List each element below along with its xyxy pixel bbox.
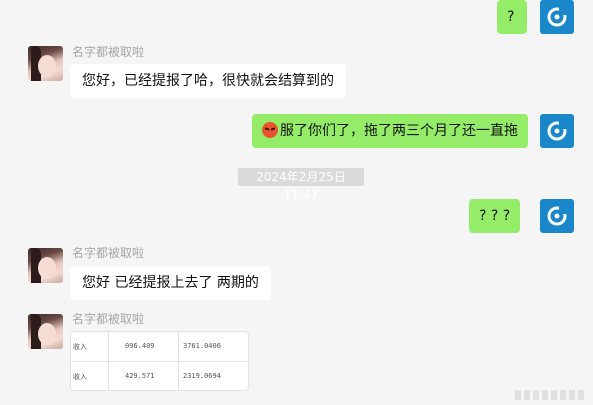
message-bubble-self[interactable]: 服了你们了，拖了两三个月了还一直拖 [252, 114, 528, 148]
table-cell: 429.571 [125, 372, 155, 380]
message-bubble-self[interactable]: ? [497, 0, 527, 34]
self-avatar[interactable] [540, 199, 574, 233]
sender-name: 名字都被取啦 [72, 45, 145, 59]
message-bubble-other[interactable]: 您好 已经提报上去了 两期的 [70, 266, 271, 300]
refresh-logo-icon [547, 7, 567, 27]
table-cell: 2319.0694 [183, 372, 221, 380]
contact-avatar[interactable] [28, 46, 63, 81]
table-row: 收入 429.571 2319.0694 [71, 361, 248, 390]
avatar-face [38, 323, 56, 345]
sender-name: 名字都被取啦 [72, 246, 145, 260]
table-cell: 096.409 [125, 342, 155, 350]
self-avatar[interactable] [540, 0, 574, 34]
message-bubble-other[interactable]: 您好，已经提报了哈，很快就会结算到的 [70, 64, 346, 98]
watermark [515, 390, 585, 400]
table-row: 收入 096.409 3761.0406 [71, 332, 248, 360]
table-image-message[interactable]: 收入 096.409 3761.0406 收入 429.571 2319.069… [70, 331, 249, 391]
refresh-logo-icon [547, 206, 567, 226]
chat-timestamp: 2024年2月25日 11:47 [238, 168, 364, 202]
self-avatar[interactable] [540, 114, 574, 148]
refresh-logo-icon [547, 121, 567, 141]
table-cell: 收入 [73, 343, 87, 351]
message-bubble-self[interactable]: ? ? ? [469, 199, 521, 233]
message-text: 服了你们了，拖了两三个月了还一直拖 [280, 123, 518, 139]
avatar-face [38, 257, 56, 279]
contact-avatar[interactable] [28, 248, 63, 283]
sender-name: 名字都被取啦 [72, 312, 145, 326]
avatar-face [38, 55, 56, 77]
table-cell: 收入 [73, 373, 87, 381]
angry-face-icon [262, 122, 278, 138]
contact-avatar[interactable] [28, 314, 63, 349]
table-cell: 3761.0406 [183, 342, 221, 350]
